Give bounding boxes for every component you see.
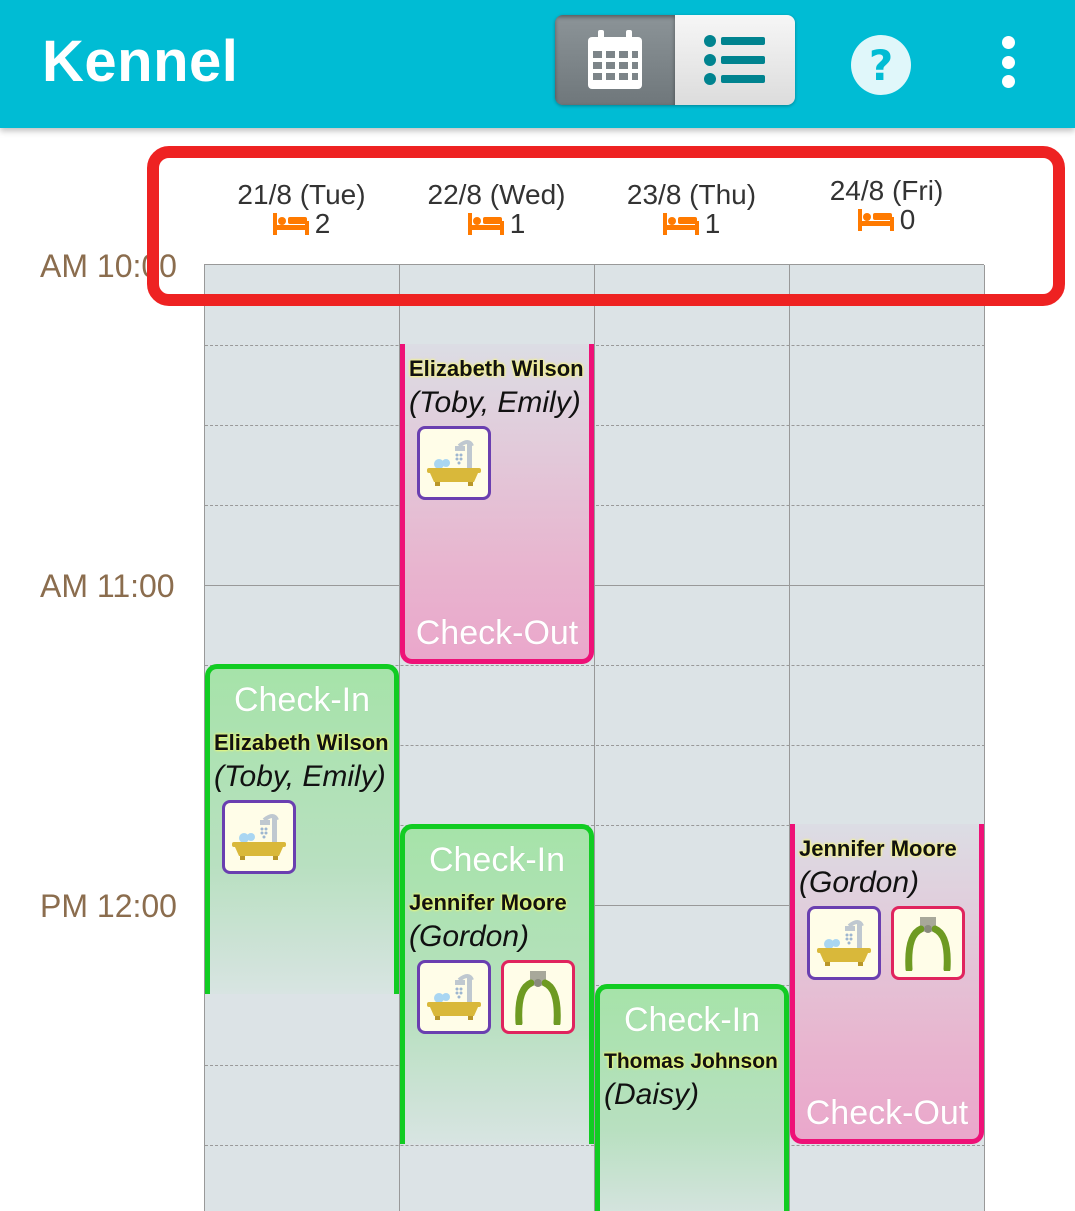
day-header-1[interactable]: 21/8 (Tue) 2: [204, 180, 399, 238]
more-vert-icon: [1001, 75, 1015, 88]
occupancy-count: 0: [899, 204, 916, 235]
app-bar: Kennel ?: [0, 0, 1075, 128]
help-button[interactable]: ?: [850, 34, 912, 96]
event-title: Check-In: [233, 681, 371, 719]
grid-line: [205, 585, 985, 586]
event-pets: (Toby, Emily): [214, 760, 386, 793]
bath-service-icon: [807, 906, 881, 980]
occupancy-count: 1: [509, 208, 526, 239]
day-label: 24/8 (Fri): [829, 175, 944, 206]
grid-line: [205, 425, 985, 426]
bath-service-icon: [417, 960, 491, 1034]
time-label-1200: PM 12:00: [40, 888, 177, 924]
more-options-button[interactable]: [990, 32, 1026, 92]
event-pets: (Toby, Emily): [409, 386, 581, 419]
grid-line: [205, 345, 985, 346]
bath-service-icon: [417, 426, 491, 500]
bed-icon: [467, 213, 504, 235]
event-owner: Jennifer Moore: [799, 836, 957, 861]
event-checkin-elizabeth-wilson[interactable]: Check-In Elizabeth Wilson (Toby, Emily): [205, 664, 399, 994]
help-icon: ?: [851, 35, 911, 95]
bed-icon: [857, 209, 894, 231]
grid-line: [205, 505, 985, 506]
occupancy-count: 1: [704, 208, 721, 239]
event-checkin-thomas-johnson[interactable]: Check-In Thomas Johnson (Daisy): [595, 984, 789, 1211]
bath-service-icon: [222, 800, 296, 874]
day-label: 22/8 (Wed): [427, 179, 566, 210]
svg-text:?: ?: [869, 41, 893, 90]
list-icon: [704, 35, 765, 85]
more-vert-icon: [1001, 55, 1015, 69]
grooming-clipper-icon: [501, 960, 575, 1034]
event-title: Check-Out: [805, 1094, 969, 1132]
bed-icon: [662, 213, 699, 235]
event-pets: (Gordon): [409, 920, 530, 953]
day-label: 23/8 (Thu): [626, 179, 757, 210]
view-toggle: [555, 15, 795, 105]
event-pets: (Daisy): [604, 1078, 699, 1111]
time-label-1000: AM 10:00: [40, 248, 177, 284]
day-occupancy: 0: [789, 206, 984, 234]
time-label-1100: AM 11:00: [40, 568, 175, 604]
more-vert-icon: [1001, 36, 1015, 49]
bed-icon: [272, 213, 309, 235]
event-title: Check-In: [623, 1001, 761, 1039]
day-header-4[interactable]: 24/8 (Fri) 0: [789, 176, 984, 234]
event-checkout-elizabeth-wilson[interactable]: Elizabeth Wilson (Toby, Emily) Check-Out: [400, 344, 594, 664]
event-checkin-jennifer-moore[interactable]: Check-In Jennifer Moore (Gordon): [400, 824, 594, 1144]
grid-line: [984, 265, 985, 1211]
event-title: Check-Out: [415, 614, 579, 652]
event-checkout-jennifer-moore[interactable]: Jennifer Moore (Gordon) Check-Out: [790, 824, 984, 1144]
day-occupancy: 1: [594, 210, 789, 238]
day-header-3[interactable]: 23/8 (Thu) 1: [594, 180, 789, 238]
event-owner: Thomas Johnson: [604, 1050, 778, 1073]
calendar-view-button[interactable]: [555, 15, 675, 105]
occupancy-count: 2: [314, 208, 331, 239]
app-title: Kennel: [42, 29, 239, 94]
event-owner: Elizabeth Wilson: [214, 730, 389, 755]
day-occupancy: 2: [204, 210, 399, 238]
day-occupancy: 1: [399, 210, 594, 238]
day-header-2[interactable]: 22/8 (Wed) 1: [399, 180, 594, 238]
event-pets: (Gordon): [799, 866, 920, 899]
list-view-button[interactable]: [675, 15, 795, 105]
event-owner: Jennifer Moore: [409, 890, 567, 915]
event-title: Check-In: [428, 841, 566, 879]
grooming-clipper-icon: [891, 906, 965, 980]
event-owner: Elizabeth Wilson: [409, 356, 584, 381]
calendar-icon: [588, 30, 642, 89]
day-label: 21/8 (Tue): [237, 179, 366, 210]
